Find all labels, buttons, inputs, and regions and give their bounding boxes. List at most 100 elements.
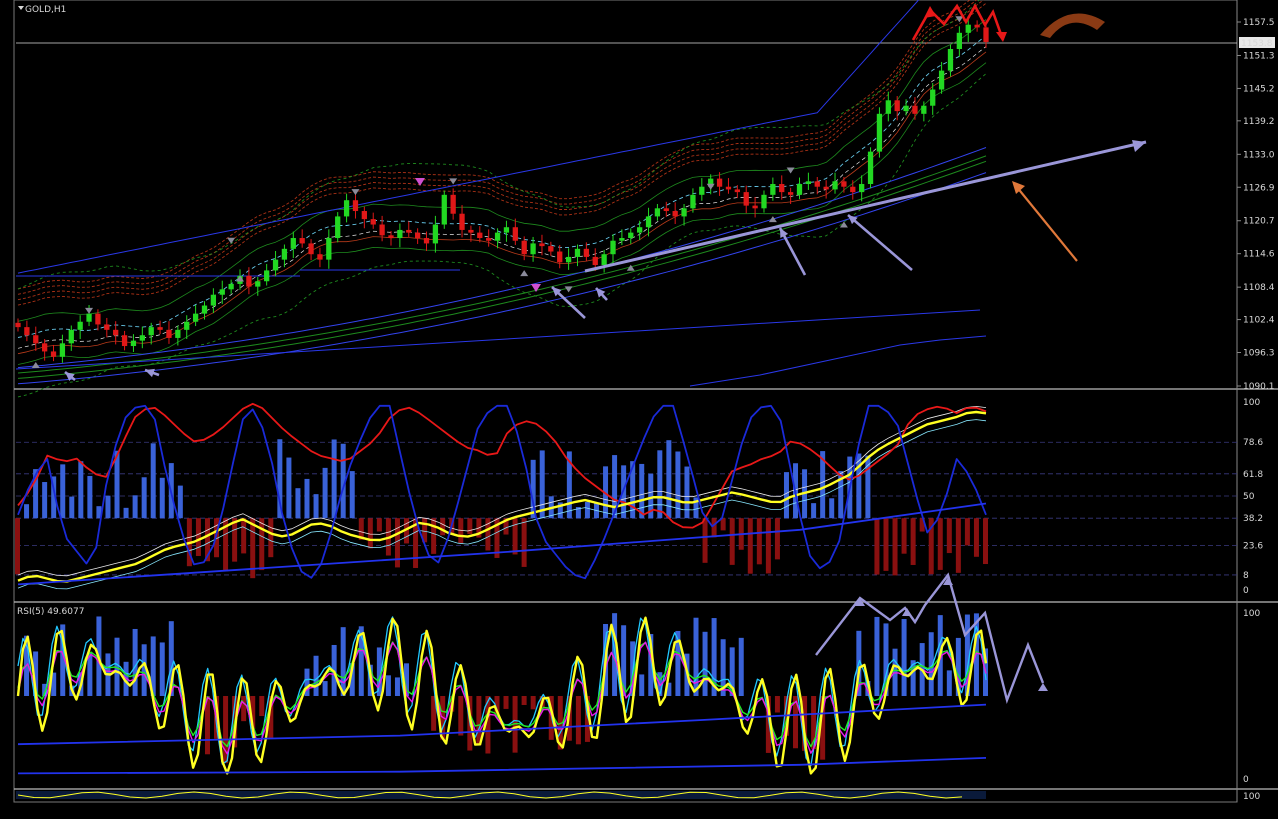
rsi-histogram-bar	[946, 670, 952, 696]
candle-body	[477, 232, 483, 239]
candle-body	[148, 327, 154, 336]
histogram-bar	[123, 507, 129, 519]
candle-body	[512, 227, 518, 241]
stoch-level-label: 61.8	[1243, 470, 1263, 480]
rsi-histogram-bar	[322, 681, 328, 696]
candle-body	[370, 219, 376, 225]
candle-body	[50, 351, 57, 357]
candle-body	[184, 321, 190, 330]
rsi-histogram-bar	[874, 616, 880, 696]
candle-body	[113, 329, 119, 336]
price-tick-label: 1151.3	[1243, 51, 1275, 61]
histogram-bar	[765, 518, 771, 574]
histogram-bar	[105, 495, 111, 519]
rsi-histogram-bar	[702, 631, 708, 696]
candle-body	[894, 100, 900, 112]
histogram-bar	[774, 518, 780, 560]
candle-body	[104, 324, 110, 330]
rsi-histogram-bar	[530, 696, 536, 710]
histogram-bar	[232, 518, 238, 562]
candle-body	[121, 335, 128, 347]
rsi-level-label: 0	[1243, 775, 1249, 785]
candle-body	[601, 254, 607, 266]
candle-body	[414, 232, 421, 239]
candle-body	[42, 343, 48, 352]
histogram-bar	[756, 518, 762, 565]
rsi-histogram-bar	[693, 617, 699, 696]
histogram-bar	[313, 494, 319, 519]
candle-body	[930, 89, 936, 106]
background	[0, 0, 1278, 819]
stoch-level-label: 8	[1243, 571, 1249, 581]
histogram-bar	[195, 518, 201, 556]
histogram-bar	[973, 518, 979, 557]
price-tick-label: 1120.7	[1243, 217, 1275, 227]
candle-body	[956, 32, 962, 50]
candle-body	[779, 184, 785, 193]
candle-body	[210, 294, 217, 306]
histogram-bar	[87, 475, 93, 519]
candle-body	[716, 178, 723, 187]
histogram-bar	[955, 518, 961, 573]
candle-body	[654, 208, 661, 217]
rsi-level-label: 100	[1243, 609, 1260, 619]
candle-body	[335, 216, 341, 239]
rsi-histogram-bar	[639, 674, 645, 696]
candle-body	[548, 246, 554, 252]
histogram-bar	[983, 518, 988, 565]
candle-body	[397, 229, 403, 239]
candle-body	[974, 24, 980, 28]
histogram-bar	[467, 518, 473, 534]
histogram-bar	[512, 518, 518, 555]
candle-body	[619, 238, 625, 241]
candle-body	[725, 186, 732, 190]
candle-body	[628, 232, 634, 239]
histogram-bar	[729, 518, 735, 565]
candle-body	[565, 256, 572, 263]
candle-body	[583, 248, 590, 257]
histogram-bar	[331, 439, 337, 519]
histogram-bar	[892, 518, 898, 576]
histogram-bar	[177, 485, 183, 519]
stoch-level-label: 23.6	[1243, 542, 1263, 552]
candle-body	[379, 224, 385, 236]
symbol-title: GOLD,H1	[25, 5, 66, 15]
candle-body	[486, 238, 492, 241]
price-tick-label: 1102.4	[1243, 316, 1275, 326]
rsi-histogram-bar	[738, 637, 744, 696]
histogram-bar	[431, 518, 437, 554]
candle-body	[86, 313, 92, 322]
candle-body	[530, 243, 536, 255]
candle-body	[388, 235, 394, 239]
candle-body	[876, 113, 883, 152]
histogram-bar	[376, 518, 382, 532]
rsi-histogram-bar	[458, 696, 464, 736]
candle-body	[255, 281, 261, 287]
histogram-bar	[60, 464, 66, 519]
candle-body	[459, 213, 465, 230]
stoch-level-label: 78.6	[1243, 438, 1263, 448]
stoch-level-label: 50	[1243, 492, 1255, 502]
candle-body	[672, 211, 678, 217]
candle-body	[681, 208, 687, 217]
candle-body	[299, 238, 305, 244]
candle-body	[468, 229, 474, 233]
candle-body	[246, 275, 252, 287]
candle-body	[814, 181, 820, 187]
histogram-bar	[159, 477, 165, 519]
candle-body	[823, 186, 829, 190]
candle-body	[770, 184, 776, 195]
candle-body	[787, 192, 794, 195]
candle-body	[317, 254, 323, 260]
candle-body	[645, 216, 652, 228]
histogram-bar	[241, 518, 247, 554]
histogram-bar	[15, 518, 20, 575]
candle-body	[15, 322, 21, 328]
candle-body	[743, 192, 749, 206]
candle-body	[503, 227, 510, 233]
candle-body	[574, 248, 581, 257]
candle-body	[290, 238, 296, 249]
candle-body	[228, 283, 234, 290]
price-tick-label: 1114.6	[1243, 250, 1275, 260]
price-tick-label: 1139.2	[1243, 117, 1275, 127]
